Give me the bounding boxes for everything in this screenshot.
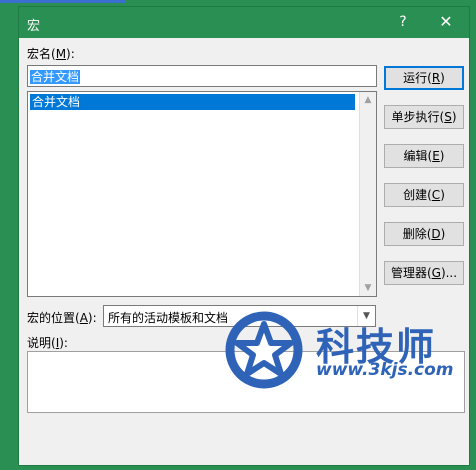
star-logo-icon: [225, 311, 303, 389]
listbox-scrollbar[interactable]: ▲ ▼: [359, 92, 376, 296]
create-button[interactable]: 创建(C): [384, 183, 464, 207]
macro-name-input[interactable]: 合并文档: [27, 65, 377, 87]
macro-dialog: 宏 ? ✕ 宏名(M): 合并文档 合并文档 ▲ ▼ 运行(R) 单步执行(S)…: [18, 6, 470, 466]
scroll-up-icon[interactable]: ▲: [360, 92, 376, 108]
title-bar: 宏 ? ✕: [19, 7, 469, 38]
description-label: 说明(I):: [27, 336, 68, 350]
macro-name-value: 合并文档: [30, 70, 81, 84]
edit-button[interactable]: 编辑(E): [384, 144, 464, 168]
macro-name-label: 宏名(M):: [27, 47, 75, 61]
list-item[interactable]: 合并文档: [30, 94, 355, 110]
dialog-title: 宏: [27, 19, 41, 34]
delete-button[interactable]: 删除(D): [384, 222, 464, 246]
step-into-button[interactable]: 单步执行(S): [384, 105, 464, 129]
run-button[interactable]: 运行(R): [384, 66, 464, 90]
help-button[interactable]: ?: [389, 11, 417, 33]
watermark-url: www.3kjs.com: [316, 360, 454, 380]
top-accent-strip: [0, 0, 125, 3]
organizer-button[interactable]: 管理器(G)...: [384, 261, 464, 285]
macro-location-label: 宏的位置(A):: [27, 311, 97, 325]
close-button[interactable]: ✕: [432, 11, 460, 33]
macro-location-value: 所有的活动模板和文档: [108, 311, 229, 325]
watermark: 科技师 www.3kjs.com: [220, 310, 470, 390]
macro-listbox[interactable]: 合并文档 ▲ ▼: [27, 91, 377, 297]
scroll-down-icon[interactable]: ▼: [360, 280, 376, 296]
